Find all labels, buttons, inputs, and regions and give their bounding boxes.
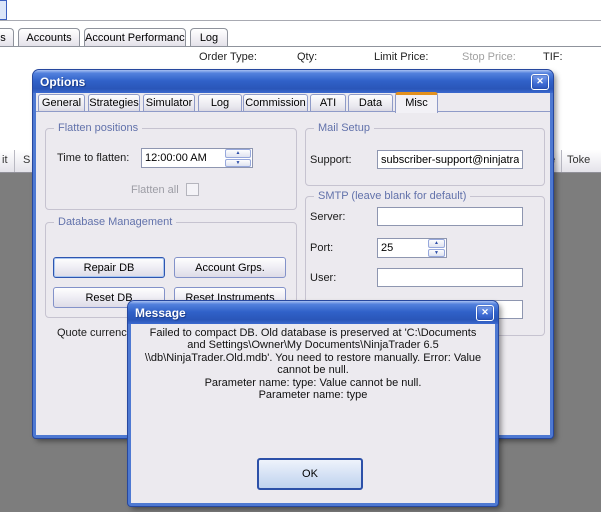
- close-icon[interactable]: ✕: [531, 73, 549, 90]
- flatten-positions-group: Flatten positions: [45, 122, 297, 210]
- order-type-label: Order Type:: [199, 51, 257, 63]
- spinner-down-icon[interactable]: ▼: [225, 158, 251, 167]
- tab-log[interactable]: Log: [198, 94, 242, 112]
- flatten-positions-caption: Flatten positions: [54, 122, 143, 134]
- bg-column-left-2: S: [23, 154, 31, 166]
- quote-currency-label: Quote currenc: [57, 327, 127, 339]
- app-tab-accounts[interactable]: Accounts: [18, 28, 80, 47]
- database-management-caption: Database Management: [54, 216, 177, 228]
- tif-label: TIF:: [543, 51, 563, 63]
- message-titlebar[interactable]: Message ✕: [128, 301, 498, 324]
- close-icon[interactable]: ✕: [476, 304, 494, 321]
- options-dialog-title: Options: [40, 74, 86, 89]
- tab-misc[interactable]: Misc: [395, 92, 438, 113]
- bg-column-left-1: it: [2, 154, 8, 166]
- spinner-down-icon[interactable]: ▼: [428, 248, 445, 257]
- app-tab-account-performance[interactable]: Account Performance: [84, 28, 186, 47]
- tab-commission[interactable]: Commission: [243, 94, 308, 112]
- tab-ati[interactable]: ATI: [310, 94, 346, 112]
- time-to-flatten-label: Time to flatten:: [57, 152, 130, 164]
- options-titlebar[interactable]: Options ✕: [33, 70, 553, 93]
- message-dialog: Message ✕ Failed to compact DB. Old data…: [128, 301, 498, 506]
- ok-button[interactable]: OK: [257, 458, 363, 490]
- mail-setup-caption: Mail Setup: [314, 122, 374, 134]
- bg-column-separator: [561, 150, 562, 172]
- tab-simulator[interactable]: Simulator: [143, 94, 195, 112]
- limit-price-label: Limit Price:: [374, 51, 429, 63]
- spinner-up-icon[interactable]: ▲: [428, 239, 445, 248]
- options-tabline: [36, 111, 550, 112]
- port-stepper[interactable]: ▲ ▼: [428, 239, 445, 257]
- account-grps-button[interactable]: Account Grps.: [174, 257, 286, 278]
- screen: ns Accounts Account Performance Log Orde…: [0, 0, 601, 512]
- tabstrip-divider: [0, 46, 601, 47]
- bg-column-separator: [14, 150, 15, 172]
- support-email-field[interactable]: [377, 150, 523, 169]
- message-dialog-title: Message: [135, 305, 186, 320]
- server-field[interactable]: [377, 207, 523, 226]
- qty-label: Qty:: [297, 51, 318, 63]
- message-text: Failed to compact DB. Old database is pr…: [144, 327, 482, 402]
- repair-db-button[interactable]: Repair DB: [53, 257, 165, 278]
- time-to-flatten-stepper[interactable]: ▲ ▼: [225, 149, 251, 167]
- flatten-all-label: Flatten all: [131, 184, 179, 196]
- bg-column-right-2: Toke: [567, 154, 591, 166]
- top-divider: [0, 20, 601, 21]
- window-edge-fragment: [0, 0, 7, 20]
- app-tab-log[interactable]: Log: [190, 28, 228, 47]
- message-dialog-body: Failed to compact DB. Old database is pr…: [131, 324, 495, 503]
- user-label: User:: [310, 272, 337, 284]
- user-field[interactable]: [377, 268, 523, 287]
- spinner-up-icon[interactable]: ▲: [225, 149, 251, 158]
- app-tab-partial[interactable]: ns: [0, 28, 14, 47]
- flatten-all-checkbox: [186, 183, 199, 196]
- tab-strategies[interactable]: Strategies: [88, 94, 140, 112]
- stop-price-label: Stop Price:: [462, 51, 516, 63]
- smtp-caption: SMTP (leave blank for default): [314, 190, 471, 202]
- port-label: Port:: [310, 242, 334, 254]
- tab-general[interactable]: General: [38, 94, 85, 112]
- server-label: Server:: [310, 211, 346, 223]
- support-label: Support:: [310, 154, 352, 166]
- tab-data[interactable]: Data: [348, 94, 393, 112]
